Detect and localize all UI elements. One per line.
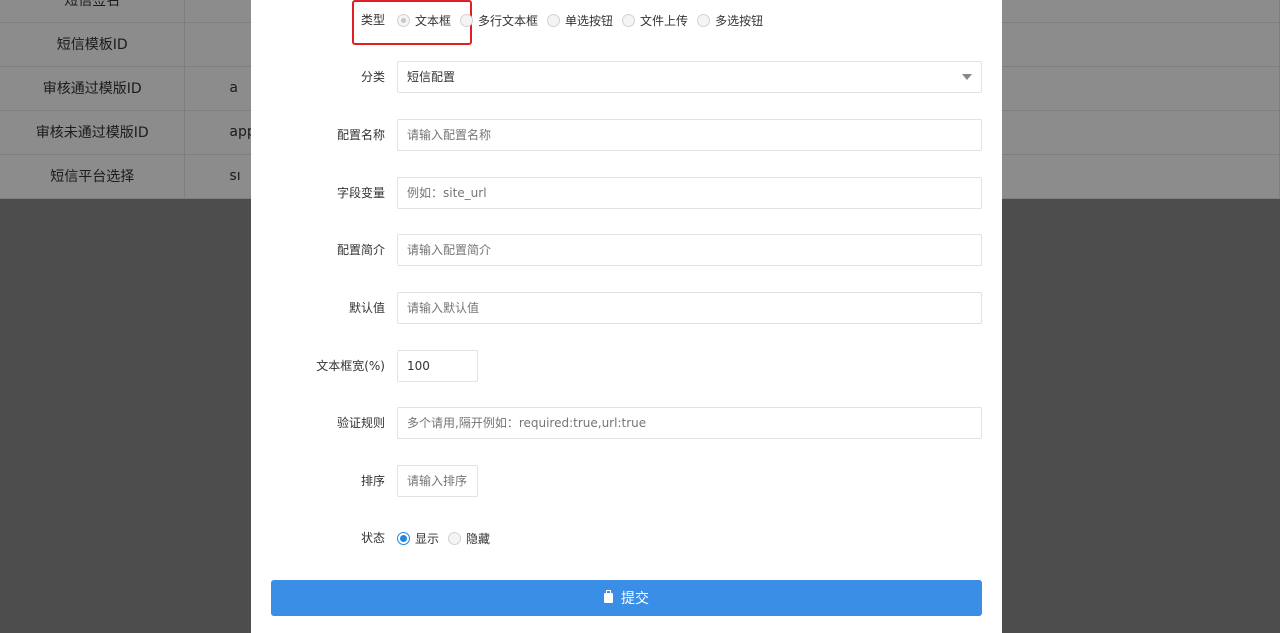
text-width-label: 文本框宽(%) [316,359,385,373]
radio-type-textarea[interactable]: 多行文本框 [460,12,538,29]
category-selected-value: 短信配置 [407,70,456,84]
radio-unchecked-icon [547,13,561,27]
type-label: 类型 [360,13,385,27]
radio-unchecked-icon [697,13,711,27]
sort-row: 排序 [251,465,1002,497]
default-value-input[interactable] [397,292,982,324]
radio-unchecked-icon [460,13,474,27]
category-select[interactable]: 短信配置 [397,61,982,93]
config-desc-input[interactable] [397,234,982,266]
chevron-down-icon [962,74,972,80]
submit-icon [604,590,613,603]
type-radio-group: 文本框 多行文本框 单选按钮 文件上传 多选按钮 [397,4,772,36]
default-value-row: 默认值 [251,292,1002,324]
validation-input[interactable] [397,407,982,439]
radio-status-hide[interactable]: 隐藏 [448,530,490,547]
field-variable-input[interactable] [397,177,982,209]
submit-button[interactable]: 提交 [271,580,982,616]
field-variable-label: 字段变量 [336,186,385,200]
radio-unchecked-icon [448,531,462,545]
field-variable-row: 字段变量 [251,177,1002,209]
radio-checked-icon [397,13,410,27]
config-desc-row: 配置简介 [251,234,1002,266]
add-config-modal: 类型 文本框 多行文本框 单选按钮 文件上传 多选按钮 分类 短信配置 配置名称… [251,0,1002,633]
submit-label: 提交 [621,591,649,607]
radio-status-show[interactable]: 显示 [397,530,439,547]
text-width-row: 文本框宽(%) [251,350,1002,382]
status-row: 状态 显示 隐藏 [251,522,1002,554]
type-row: 类型 文本框 多行文本框 单选按钮 文件上传 多选按钮 [251,4,1002,36]
category-row: 分类 短信配置 [251,61,1002,93]
radio-unchecked-icon [622,13,636,27]
radio-type-radio[interactable]: 单选按钮 [547,12,613,29]
radio-checked-icon [397,531,410,545]
config-name-input[interactable] [397,119,982,151]
validation-row: 验证规则 [251,407,1002,439]
config-name-label: 配置名称 [336,128,385,142]
radio-type-upload[interactable]: 文件上传 [622,12,688,29]
sort-label: 排序 [360,474,385,488]
status-radio-group: 显示 隐藏 [397,522,499,554]
config-name-row: 配置名称 [251,119,1002,151]
category-label: 分类 [360,70,385,84]
default-value-label: 默认值 [348,301,385,315]
radio-type-checkbox[interactable]: 多选按钮 [697,12,763,29]
status-label: 状态 [360,531,385,545]
validation-label: 验证规则 [336,416,385,430]
sort-input[interactable] [397,465,478,497]
radio-type-text[interactable]: 文本框 [397,12,451,29]
text-width-input[interactable] [397,350,478,382]
config-desc-label: 配置简介 [336,243,385,257]
